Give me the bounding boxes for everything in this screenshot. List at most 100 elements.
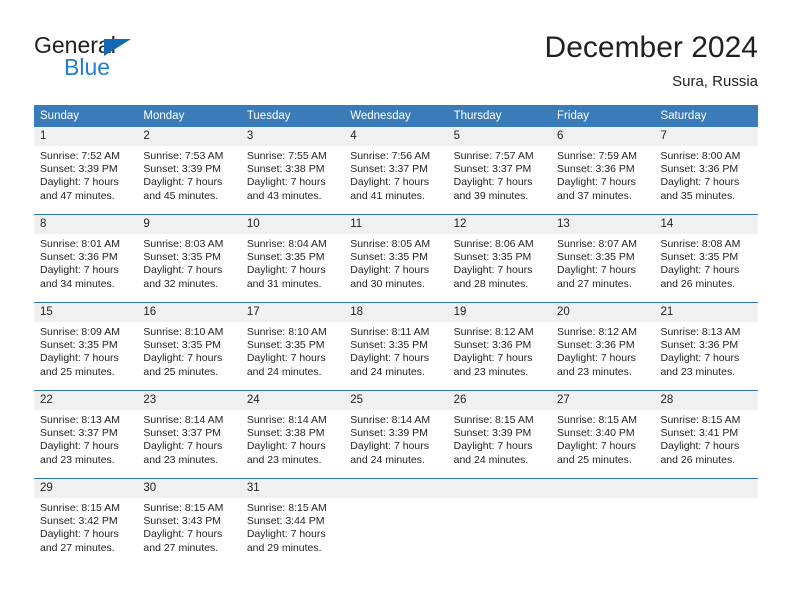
sunset-text: Sunset: 3:35 PM bbox=[246, 251, 325, 264]
day-number: 18 bbox=[344, 303, 448, 322]
day-number: 17 bbox=[240, 303, 345, 322]
sunrise-text: Sunrise: 8:15 AM bbox=[143, 502, 224, 514]
day-cell[interactable]: 31 Sunrise: 8:15 AM Sunset: 3:44 PM Dayl… bbox=[240, 479, 345, 566]
day-number: 31 bbox=[240, 479, 345, 498]
daylight-text-line1: Daylight: 7 hours bbox=[453, 264, 533, 277]
sunrise-text: Sunrise: 8:15 AM bbox=[557, 414, 637, 426]
weekday-header-monday: Monday bbox=[143, 110, 185, 122]
day-cell[interactable]: 3 Sunrise: 7:55 AM Sunset: 3:38 PM Dayli… bbox=[240, 127, 345, 214]
sunset-text: Sunset: 3:42 PM bbox=[40, 515, 118, 528]
daylight-text-line1: Daylight: 7 hours bbox=[143, 264, 223, 277]
sunrise-text: Sunrise: 8:12 AM bbox=[453, 326, 534, 338]
day-number: 11 bbox=[344, 215, 448, 234]
day-cell[interactable]: 21 Sunrise: 8:13 AM Sunset: 3:36 PM Dayl… bbox=[654, 303, 758, 390]
day-cell[interactable]: 4 Sunrise: 7:56 AM Sunset: 3:37 PM Dayli… bbox=[344, 127, 448, 214]
daylight-text-line1: Daylight: 7 hours bbox=[557, 264, 636, 277]
day-cell[interactable]: 6 Sunrise: 7:59 AM Sunset: 3:36 PM Dayli… bbox=[551, 127, 655, 214]
daylight-text-line2: and 25 minutes. bbox=[143, 365, 219, 378]
daylight-text-line2: and 23 minutes. bbox=[557, 365, 632, 378]
daylight-text-line1: Daylight: 7 hours bbox=[40, 528, 119, 541]
day-number bbox=[654, 479, 758, 498]
day-cell-empty bbox=[654, 479, 758, 566]
day-cell[interactable]: 10 Sunrise: 8:04 AM Sunset: 3:35 PM Dayl… bbox=[240, 215, 345, 302]
daylight-text-line2: and 23 minutes. bbox=[143, 453, 219, 466]
day-cell[interactable]: 12 Sunrise: 8:06 AM Sunset: 3:35 PM Dayl… bbox=[447, 215, 552, 302]
daylight-text-line2: and 24 minutes. bbox=[246, 365, 322, 378]
day-details: Sunrise: 7:56 AM Sunset: 3:37 PM Dayligh… bbox=[344, 146, 447, 203]
sunrise-text: Sunrise: 8:10 AM bbox=[246, 326, 327, 338]
daylight-text-line1: Daylight: 7 hours bbox=[350, 352, 430, 365]
sunset-text: Sunset: 3:35 PM bbox=[143, 339, 222, 352]
day-cell[interactable]: 30 Sunrise: 8:15 AM Sunset: 3:43 PM Dayl… bbox=[137, 479, 241, 566]
sunset-text: Sunset: 3:36 PM bbox=[557, 339, 635, 352]
daylight-text-line2: and 23 minutes. bbox=[246, 453, 322, 466]
day-number: 4 bbox=[344, 127, 448, 146]
daylight-text-line2: and 23 minutes. bbox=[660, 365, 736, 378]
day-cell[interactable]: 1 Sunrise: 7:52 AM Sunset: 3:39 PM Dayli… bbox=[34, 127, 138, 214]
day-number: 27 bbox=[551, 391, 655, 410]
day-number: 30 bbox=[137, 479, 241, 498]
sunset-text: Sunset: 3:36 PM bbox=[40, 251, 118, 264]
day-cell[interactable]: 11 Sunrise: 8:05 AM Sunset: 3:35 PM Dayl… bbox=[344, 215, 448, 302]
sunrise-text: Sunrise: 7:56 AM bbox=[350, 150, 431, 162]
day-cell[interactable]: 22 Sunrise: 8:13 AM Sunset: 3:37 PM Dayl… bbox=[34, 391, 138, 478]
daylight-text-line2: and 28 minutes. bbox=[453, 277, 529, 290]
day-cell[interactable]: 15 Sunrise: 8:09 AM Sunset: 3:35 PM Dayl… bbox=[34, 303, 138, 390]
weekday-header-thursday: Thursday bbox=[453, 110, 502, 122]
daylight-text-line1: Daylight: 7 hours bbox=[246, 528, 326, 541]
sunset-text: Sunset: 3:37 PM bbox=[350, 163, 428, 176]
sunset-text: Sunset: 3:36 PM bbox=[557, 163, 635, 176]
daylight-text-line1: Daylight: 7 hours bbox=[453, 176, 533, 189]
sunset-text: Sunset: 3:39 PM bbox=[453, 427, 532, 440]
day-cell[interactable]: 28 Sunrise: 8:15 AM Sunset: 3:41 PM Dayl… bbox=[654, 391, 758, 478]
day-cell[interactable]: 7 Sunrise: 8:00 AM Sunset: 3:36 PM Dayli… bbox=[654, 127, 758, 214]
daylight-text-line1: Daylight: 7 hours bbox=[557, 352, 636, 365]
day-cell[interactable]: 20 Sunrise: 8:12 AM Sunset: 3:36 PM Dayl… bbox=[551, 303, 655, 390]
day-cell[interactable]: 23 Sunrise: 8:14 AM Sunset: 3:37 PM Dayl… bbox=[137, 391, 241, 478]
day-cell[interactable]: 13 Sunrise: 8:07 AM Sunset: 3:35 PM Dayl… bbox=[551, 215, 655, 302]
sunset-text: Sunset: 3:39 PM bbox=[143, 163, 222, 176]
sunrise-text: Sunrise: 7:57 AM bbox=[453, 150, 534, 162]
day-cell[interactable]: 29 Sunrise: 8:15 AM Sunset: 3:42 PM Dayl… bbox=[34, 479, 138, 566]
sunset-text: Sunset: 3:36 PM bbox=[660, 339, 739, 352]
day-number: 19 bbox=[447, 303, 552, 322]
day-number: 5 bbox=[447, 127, 552, 146]
sunset-text: Sunset: 3:37 PM bbox=[143, 427, 222, 440]
general-blue-logo[interactable]: General Blue bbox=[34, 30, 274, 90]
day-details: Sunrise: 8:10 AM Sunset: 3:35 PM Dayligh… bbox=[137, 322, 240, 379]
day-number: 13 bbox=[551, 215, 655, 234]
daylight-text-line1: Daylight: 7 hours bbox=[453, 352, 533, 365]
day-cell[interactable]: 27 Sunrise: 8:15 AM Sunset: 3:40 PM Dayl… bbox=[551, 391, 655, 478]
day-details: Sunrise: 7:57 AM Sunset: 3:37 PM Dayligh… bbox=[448, 146, 551, 203]
sunset-text: Sunset: 3:39 PM bbox=[350, 427, 428, 440]
day-cell[interactable]: 8 Sunrise: 8:01 AM Sunset: 3:36 PM Dayli… bbox=[34, 215, 138, 302]
sunrise-text: Sunrise: 7:53 AM bbox=[143, 150, 224, 162]
day-cell[interactable]: 24 Sunrise: 8:14 AM Sunset: 3:38 PM Dayl… bbox=[240, 391, 345, 478]
daylight-text-line2: and 23 minutes. bbox=[453, 365, 529, 378]
day-cell[interactable]: 2 Sunrise: 7:53 AM Sunset: 3:39 PM Dayli… bbox=[137, 127, 241, 214]
day-cell[interactable]: 5 Sunrise: 7:57 AM Sunset: 3:37 PM Dayli… bbox=[447, 127, 552, 214]
day-cell[interactable]: 14 Sunrise: 8:08 AM Sunset: 3:35 PM Dayl… bbox=[654, 215, 758, 302]
day-details: Sunrise: 8:05 AM Sunset: 3:35 PM Dayligh… bbox=[344, 234, 447, 291]
sunset-text: Sunset: 3:35 PM bbox=[40, 339, 118, 352]
day-details: Sunrise: 8:12 AM Sunset: 3:36 PM Dayligh… bbox=[551, 322, 654, 379]
day-details: Sunrise: 8:15 AM Sunset: 3:40 PM Dayligh… bbox=[551, 410, 654, 467]
day-cell[interactable]: 26 Sunrise: 8:15 AM Sunset: 3:39 PM Dayl… bbox=[447, 391, 552, 478]
daylight-text-line2: and 26 minutes. bbox=[660, 453, 736, 466]
sunrise-text: Sunrise: 8:06 AM bbox=[453, 238, 534, 250]
day-details: Sunrise: 8:12 AM Sunset: 3:36 PM Dayligh… bbox=[448, 322, 551, 379]
day-cell[interactable]: 16 Sunrise: 8:10 AM Sunset: 3:35 PM Dayl… bbox=[137, 303, 241, 390]
day-cell[interactable]: 18 Sunrise: 8:11 AM Sunset: 3:35 PM Dayl… bbox=[344, 303, 448, 390]
sunrise-text: Sunrise: 8:01 AM bbox=[40, 238, 120, 250]
day-details: Sunrise: 8:15 AM Sunset: 3:42 PM Dayligh… bbox=[34, 498, 137, 555]
day-cell[interactable]: 25 Sunrise: 8:14 AM Sunset: 3:39 PM Dayl… bbox=[344, 391, 448, 478]
daylight-text-line1: Daylight: 7 hours bbox=[350, 440, 430, 453]
day-cell[interactable]: 19 Sunrise: 8:12 AM Sunset: 3:36 PM Dayl… bbox=[447, 303, 552, 390]
day-cell-empty bbox=[551, 479, 655, 566]
weekday-header-sunday: Sunday bbox=[40, 110, 80, 122]
day-cell[interactable]: 9 Sunrise: 8:03 AM Sunset: 3:35 PM Dayli… bbox=[137, 215, 241, 302]
daylight-text-line2: and 34 minutes. bbox=[40, 277, 115, 290]
day-cell[interactable]: 17 Sunrise: 8:10 AM Sunset: 3:35 PM Dayl… bbox=[240, 303, 345, 390]
weekday-header-wednesday: Wednesday bbox=[350, 110, 411, 122]
day-number: 12 bbox=[447, 215, 552, 234]
